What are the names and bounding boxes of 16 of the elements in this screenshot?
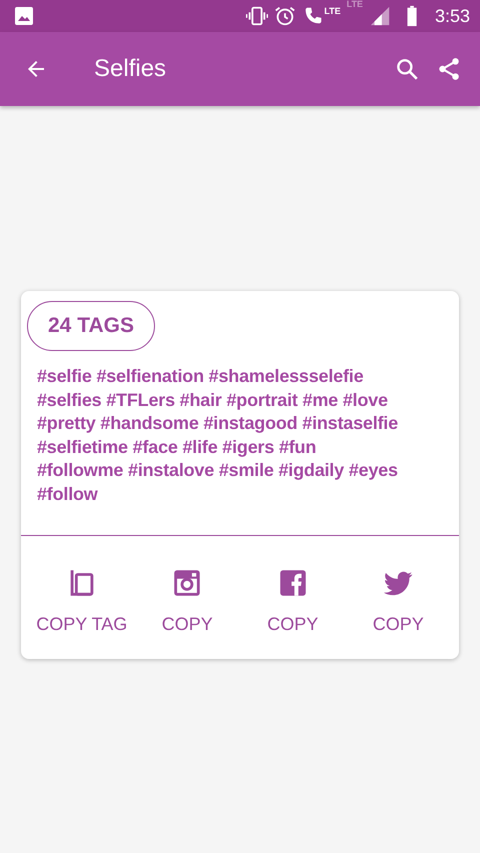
copy-button[interactable]: COPY: [368, 610, 428, 640]
hashtag-list: #selfie #selfienation #shamelessselefie #selfies #TFLers #hair #portrait #me #love #pretty #handsome #instagood #instaselfie #selfietime #face #life #igers #fun #followme #instalove #smile #igdaily #eyes #follow: [37, 365, 459, 507]
screen-title: Selfies: [94, 55, 166, 83]
clock-time: 3:53: [434, 6, 470, 26]
vibrate-icon: [246, 5, 268, 27]
copy-button[interactable]: COPY TAG: [32, 610, 132, 640]
signal-icon: [368, 5, 391, 27]
alarm-clock-icon: [274, 5, 296, 27]
network-type-label: LTE: [324, 7, 341, 16]
tag-count-badge: 24 TAGS: [27, 301, 155, 351]
battery-icon: [404, 5, 419, 27]
copy-button[interactable]: COPY: [263, 610, 322, 640]
network-type-label: LTE: [346, 0, 363, 9]
search-icon: [394, 56, 420, 82]
copy-button[interactable]: COPY: [158, 610, 217, 640]
image-icon: [14, 6, 34, 26]
